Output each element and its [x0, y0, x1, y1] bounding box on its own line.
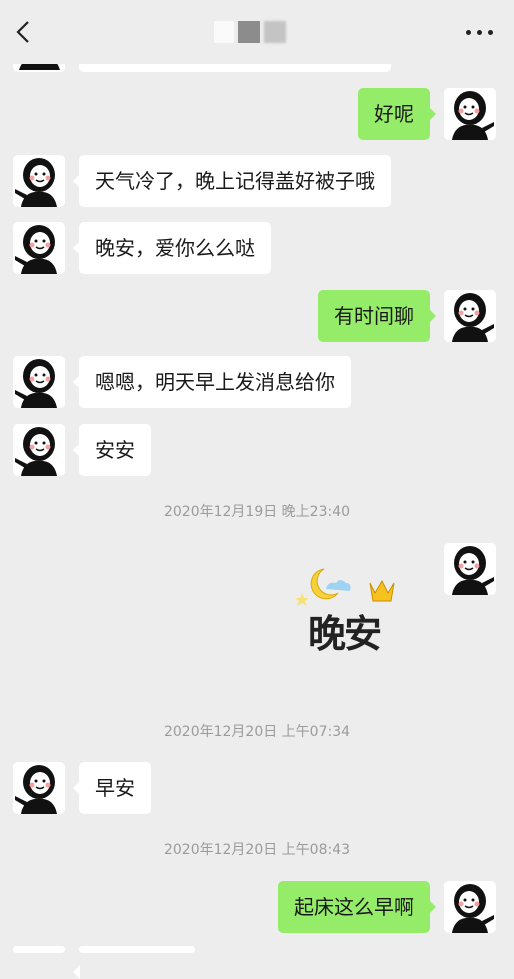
chevron-left-icon [16, 21, 29, 43]
cloud-icon [326, 580, 351, 591]
message-bubble-partial [73, 946, 195, 979]
avatar-self[interactable] [444, 88, 496, 140]
sticker-good-night[interactable]: 晚安 [290, 563, 402, 656]
sticker-text: 晚安 [308, 611, 382, 656]
message-bubble-other[interactable]: 晚安，爱你么么哒 [73, 222, 271, 274]
message-bubble-self[interactable]: 起床这么早啊 [278, 881, 436, 933]
timestamp: 2020年12月20日 上午08:43 [163, 842, 351, 858]
message-bubble-other[interactable]: 安安 [73, 424, 151, 476]
timestamp: 2020年12月19日 晚上23:40 [163, 504, 351, 520]
avatar[interactable] [13, 424, 65, 476]
message-bubble-self[interactable]: 有时间聊 [318, 290, 436, 342]
message-list[interactable]: 好呢 天气冷了，晚上记得盖好被子哦 晚安，爱你么么哒 有时间聊 嗯嗯，明天早上发… [0, 0, 514, 979]
chat-header [0, 0, 514, 64]
message-bubble-other[interactable]: 嗯嗯，明天早上发消息给你 [73, 356, 351, 408]
more-button[interactable] [466, 22, 496, 42]
star-icon [295, 593, 309, 606]
avatar[interactable] [13, 356, 65, 408]
message-bubble-self[interactable]: 好呢 [358, 88, 436, 140]
back-button[interactable] [12, 18, 38, 46]
message-bubble-other[interactable]: 天气冷了，晚上记得盖好被子哦 [73, 155, 391, 207]
avatar-self[interactable] [444, 881, 496, 933]
avatar [13, 946, 65, 953]
message-bubble-other[interactable]: 早安 [73, 762, 151, 814]
avatar[interactable] [13, 155, 65, 207]
avatar-self[interactable] [444, 543, 496, 595]
more-dots-icon [466, 30, 471, 35]
chat-title-blurred [214, 21, 286, 43]
avatar-self[interactable] [444, 290, 496, 342]
avatar[interactable] [13, 222, 65, 274]
crown-icon [369, 579, 395, 602]
avatar[interactable] [13, 762, 65, 814]
timestamp: 2020年12月20日 上午07:34 [163, 724, 351, 740]
